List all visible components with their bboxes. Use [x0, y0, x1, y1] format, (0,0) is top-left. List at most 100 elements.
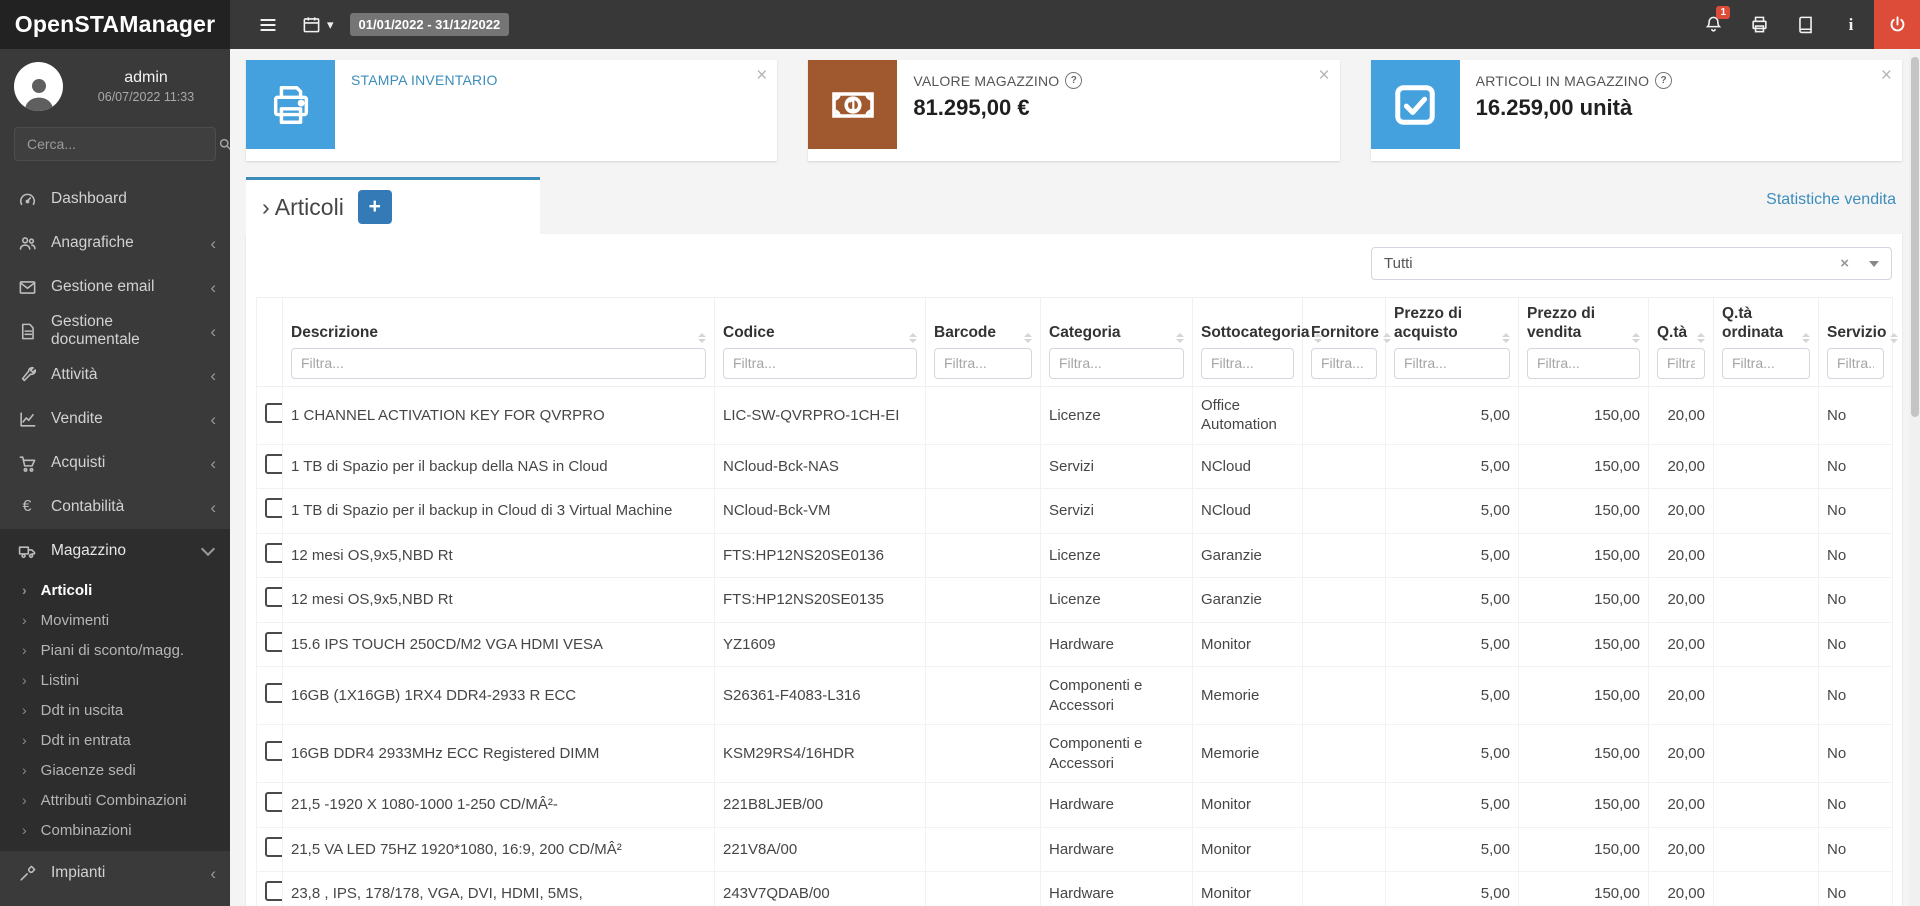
- sidebar-subitem-ddt-in-uscita[interactable]: ›Ddt in uscita: [0, 695, 230, 725]
- sidebar-item-attivit[interactable]: Attività‹: [0, 353, 230, 397]
- sidebar-subitem-piani-di-sconto-magg[interactable]: ›Piani di sconto/magg.: [0, 635, 230, 665]
- sidebar-subitem-movimenti[interactable]: ›Movimenti: [0, 605, 230, 635]
- sidebar-item-dashboard[interactable]: Dashboard: [0, 177, 230, 221]
- sort-icon[interactable]: [1498, 333, 1510, 343]
- tab-articoli[interactable]: › Articoli +: [246, 177, 540, 234]
- sidebar-item-contabilit[interactable]: €Contabilità‹: [0, 485, 230, 529]
- sidebar-item-vendite[interactable]: Vendite‹: [0, 397, 230, 441]
- filter-input-sottocategoria[interactable]: [1201, 348, 1294, 379]
- docs-button[interactable]: [1782, 0, 1828, 49]
- column-header-categoria[interactable]: Categoria: [1041, 298, 1193, 387]
- filter-input-qta[interactable]: [1657, 348, 1705, 379]
- sidebar-subitem-attributi-combinazioni[interactable]: ›Attributi Combinazioni: [0, 785, 230, 815]
- logout-button[interactable]: [1874, 0, 1920, 49]
- sort-icon[interactable]: [1693, 333, 1705, 343]
- sidebar-subitem-ddt-in-entrata[interactable]: ›Ddt in entrata: [0, 725, 230, 755]
- row-checkbox[interactable]: [265, 587, 283, 607]
- row-checkbox[interactable]: [265, 792, 283, 812]
- close-icon[interactable]: ×: [1319, 66, 1330, 85]
- column-header-qta[interactable]: Q.tà: [1649, 298, 1714, 387]
- filter-input-prezzo_acquisto[interactable]: [1394, 348, 1510, 379]
- sidebar-subitem-giacenze-sedi[interactable]: ›Giacenze sedi: [0, 755, 230, 785]
- sort-icon[interactable]: [694, 333, 706, 343]
- table-row[interactable]: 12 mesi OS,9x5,NBD RtFTS:HP12NS20SE0136L…: [257, 533, 1893, 578]
- sidebar-subitem-listini[interactable]: ›Listini: [0, 665, 230, 695]
- sidebar-item-impianti[interactable]: Impianti‹: [0, 851, 230, 895]
- sidebar-search[interactable]: [14, 127, 216, 161]
- table-row[interactable]: 21,5 -1920 X 1080-1000 1-250 CD/MÂ²-221B…: [257, 783, 1893, 828]
- filter-input-descrizione[interactable]: [291, 348, 706, 379]
- sidebar-item-statistiche[interactable]: Statistiche: [0, 895, 230, 906]
- column-header-prezzo_vendita[interactable]: Prezzo di vendita: [1519, 298, 1649, 387]
- print-button[interactable]: [1736, 0, 1782, 49]
- table-row[interactable]: 1 CHANNEL ACTIVATION KEY FOR QVRPROLIC-S…: [257, 386, 1893, 444]
- column-header-codice[interactable]: Codice: [715, 298, 926, 387]
- sidebar-item-gestione-email[interactable]: Gestione email‹: [0, 265, 230, 309]
- column-header-qta_ordinata[interactable]: Q.tà ordinata: [1714, 298, 1819, 387]
- table-row[interactable]: 23,8 , IPS, 178/178, VGA, DVI, HDMI, 5MS…: [257, 872, 1893, 906]
- filter-input-categoria[interactable]: [1049, 348, 1184, 379]
- search-input[interactable]: [25, 135, 210, 153]
- row-checkbox[interactable]: [265, 498, 283, 518]
- sidebar-item-magazzino[interactable]: Magazzino: [0, 529, 230, 573]
- sort-icon[interactable]: [1798, 333, 1810, 343]
- column-header-fornitore[interactable]: Fornitore: [1303, 298, 1386, 387]
- column-header-sottocategoria[interactable]: Sottocategoria: [1193, 298, 1303, 387]
- card-title[interactable]: STAMPA INVENTARIO: [351, 72, 498, 88]
- column-header-descrizione[interactable]: Descrizione: [283, 298, 715, 387]
- scrollbar-thumb[interactable]: [1911, 57, 1919, 417]
- select-caret-icon[interactable]: [1869, 261, 1879, 267]
- row-checkbox[interactable]: [265, 837, 283, 857]
- row-checkbox[interactable]: [265, 454, 283, 474]
- sidebar-item-acquisti[interactable]: Acquisti‹: [0, 441, 230, 485]
- row-checkbox[interactable]: [265, 741, 283, 761]
- row-checkbox[interactable]: [265, 683, 283, 703]
- filter-input-codice[interactable]: [723, 348, 917, 379]
- filter-input-fornitore[interactable]: [1311, 348, 1377, 379]
- filter-input-servizio[interactable]: [1827, 348, 1884, 379]
- sort-icon[interactable]: [1379, 333, 1391, 343]
- sidebar-item-anagrafiche[interactable]: Anagrafiche‹: [0, 221, 230, 265]
- row-checkbox[interactable]: [265, 632, 283, 652]
- filter-input-barcode[interactable]: [934, 348, 1032, 379]
- help-icon[interactable]: ?: [1655, 72, 1672, 89]
- sales-stats-link[interactable]: Statistiche vendita: [1766, 191, 1896, 209]
- date-range-badge[interactable]: 01/01/2022 - 31/12/2022: [350, 13, 510, 36]
- sort-icon[interactable]: [1628, 333, 1640, 343]
- column-header-servizio[interactable]: Servizio: [1819, 298, 1893, 387]
- table-row[interactable]: 16GB (1X16GB) 1RX4 DDR4-2933 R ECCS26361…: [257, 667, 1893, 725]
- sidebar-toggle-icon[interactable]: [248, 0, 288, 49]
- sort-icon[interactable]: [1886, 333, 1898, 343]
- add-article-button[interactable]: +: [358, 190, 392, 224]
- sort-icon[interactable]: [905, 333, 917, 343]
- cell-fornitore: [1303, 489, 1386, 534]
- sort-icon[interactable]: [1172, 333, 1184, 343]
- table-row[interactable]: 1 TB di Spazio per il backup in Cloud di…: [257, 489, 1893, 534]
- sort-icon[interactable]: [1020, 333, 1032, 343]
- sidebar-subitem-combinazioni[interactable]: ›Combinazioni: [0, 815, 230, 845]
- close-icon[interactable]: ×: [1881, 66, 1892, 85]
- column-header-barcode[interactable]: Barcode: [926, 298, 1041, 387]
- table-row[interactable]: 21,5 VA LED 75HZ 1920*1080, 16:9, 200 CD…: [257, 827, 1893, 872]
- sidebar-item-gestione-documentale[interactable]: Gestione documentale‹: [0, 309, 230, 353]
- row-checkbox[interactable]: [265, 881, 283, 901]
- info-button[interactable]: i: [1828, 0, 1874, 49]
- close-icon[interactable]: ×: [756, 66, 767, 85]
- row-checkbox[interactable]: [265, 543, 283, 563]
- filter-input-qta_ordinata[interactable]: [1722, 348, 1810, 379]
- help-icon[interactable]: ?: [1065, 72, 1082, 89]
- calendar-picker[interactable]: ▾: [302, 15, 334, 34]
- row-checkbox[interactable]: [265, 403, 283, 423]
- notifications-button[interactable]: 1: [1690, 0, 1736, 49]
- table-row[interactable]: 12 mesi OS,9x5,NBD RtFTS:HP12NS20SE0135L…: [257, 578, 1893, 623]
- filter-input-prezzo_vendita[interactable]: [1527, 348, 1640, 379]
- table-row[interactable]: 16GB DDR4 2933MHz ECC Registered DIMMKSM…: [257, 725, 1893, 783]
- vertical-scrollbar[interactable]: [1909, 49, 1920, 906]
- category-filter-select[interactable]: Tutti ×: [1371, 247, 1892, 280]
- column-header-prezzo_acquisto[interactable]: Prezzo di acquisto: [1386, 298, 1519, 387]
- table-row[interactable]: 15.6 IPS TOUCH 250CD/M2 VGA HDMI VESAYZ1…: [257, 622, 1893, 667]
- table-row[interactable]: 1 TB di Spazio per il backup della NAS i…: [257, 444, 1893, 489]
- search-icon[interactable]: [218, 137, 230, 152]
- select-clear-icon[interactable]: ×: [1840, 255, 1849, 272]
- sidebar-subitem-articoli[interactable]: ›Articoli: [0, 575, 230, 605]
